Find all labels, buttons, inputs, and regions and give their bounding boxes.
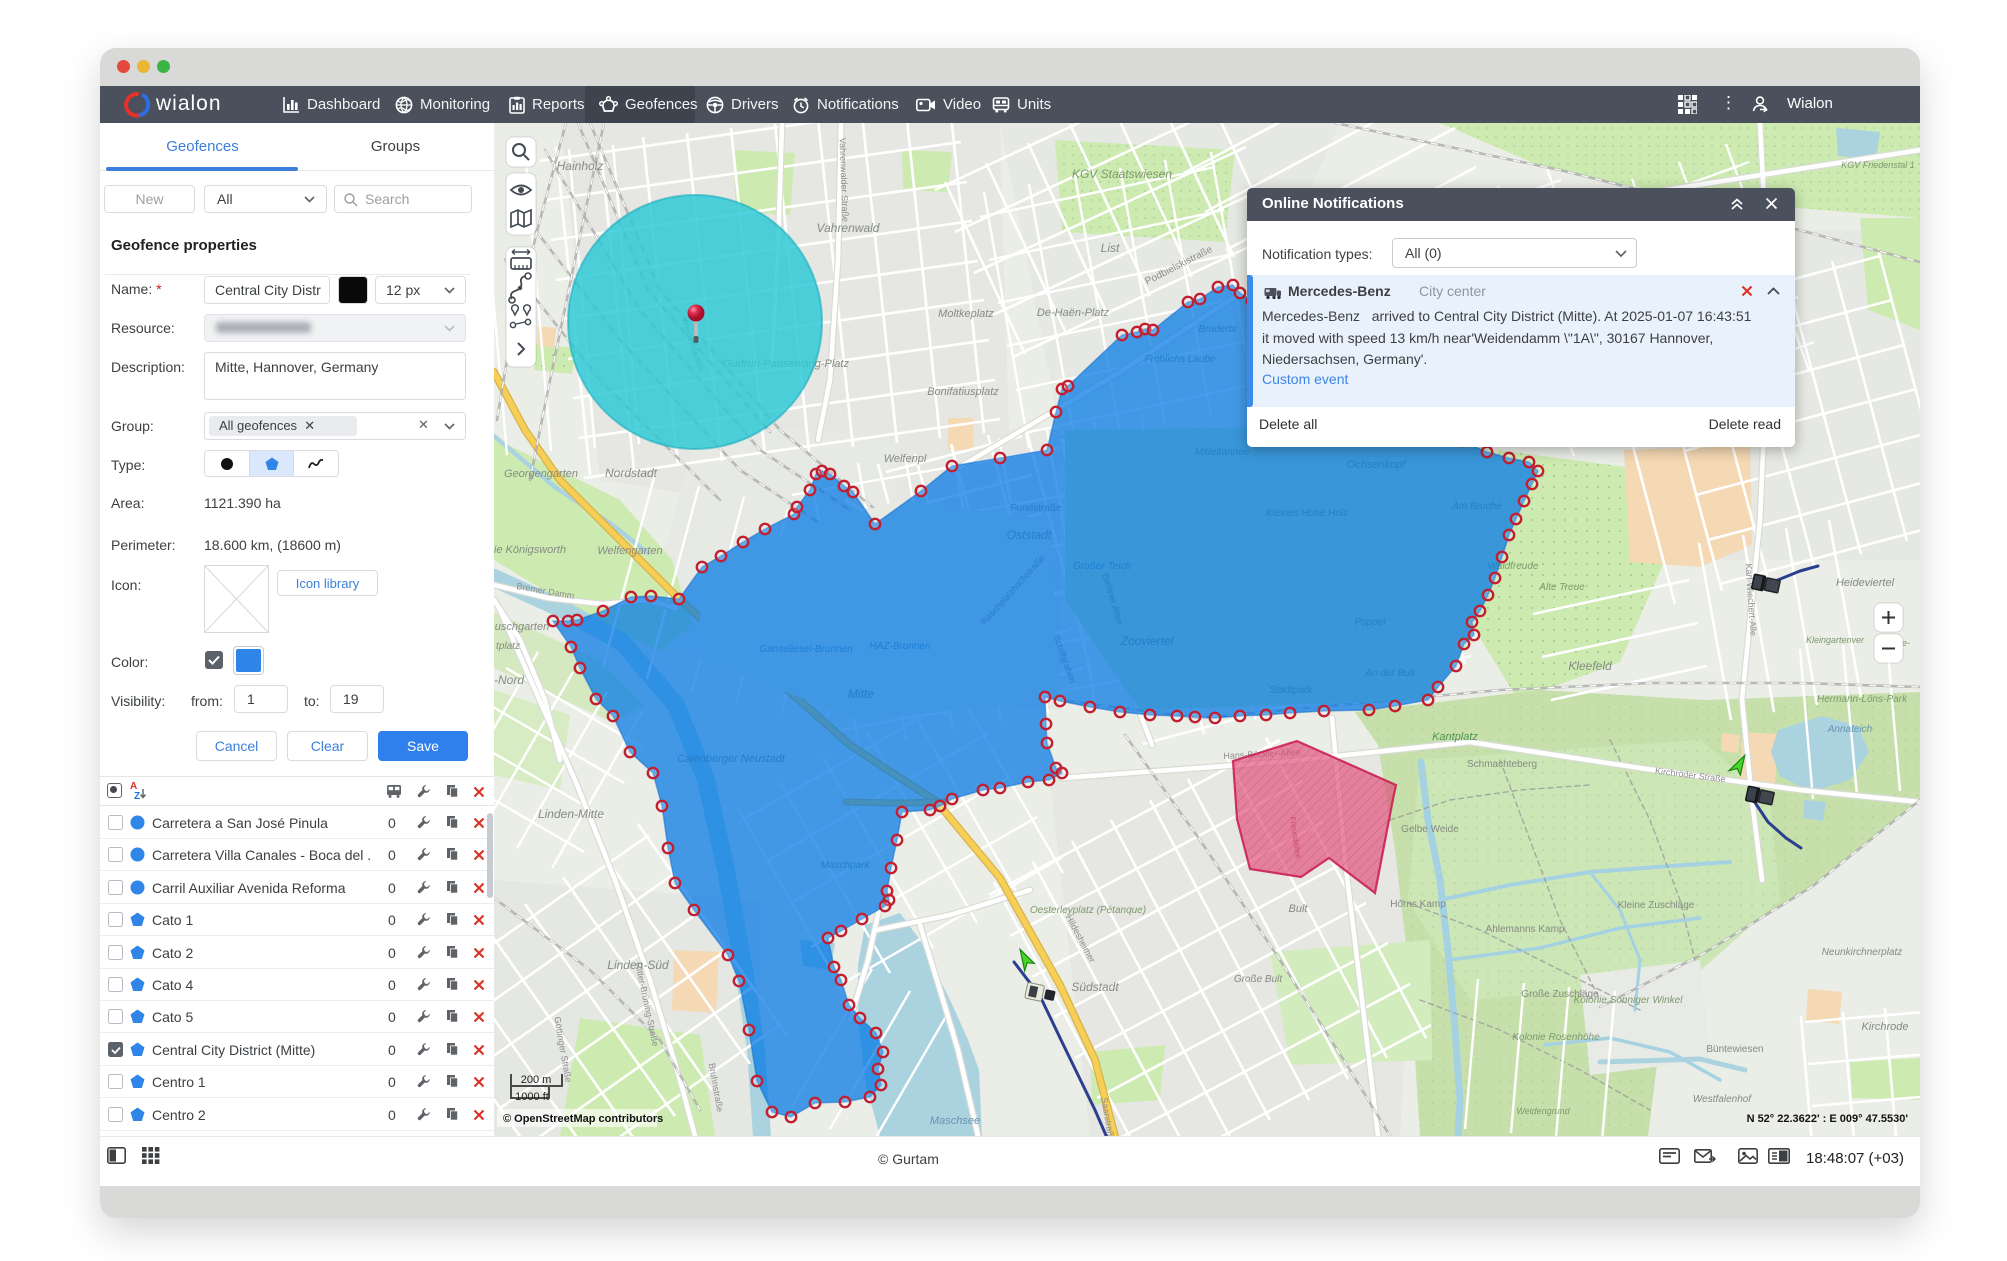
svg-text:Welfengarten: Welfengarten: [597, 545, 662, 557]
svg-text:tplatz: tplatz: [496, 641, 520, 652]
svg-text:KGV Friedenstal 1: KGV Friedenstal 1: [1841, 160, 1915, 170]
svg-text:De-Haën-Platz: De-Haën-Platz: [1037, 307, 1110, 319]
svg-text:Gelbe Weide: Gelbe Weide: [1401, 824, 1459, 835]
svg-text:Große Bult: Große Bult: [1234, 974, 1284, 985]
svg-text:Vahrenwald: Vahrenwald: [817, 221, 880, 235]
svg-text:Kleingartenver: Kleingartenver: [1806, 635, 1865, 645]
svg-text:Bonifatiusplatz: Bonifatiusplatz: [927, 386, 999, 398]
svg-text:Kirchrode: Kirchrode: [1861, 1021, 1908, 1033]
svg-text:Kantplatz: Kantplatz: [1432, 731, 1478, 743]
svg-text:Heideviertel: Heideviertel: [1836, 577, 1895, 589]
svg-text:Z: Z: [134, 791, 140, 801]
svg-text:Weidengrund: Weidengrund: [1516, 1106, 1570, 1116]
svg-text:© OpenStreetMap contributors: © OpenStreetMap contributors: [503, 1113, 663, 1125]
svg-text:Neunkirchnerplatz: Neunkirchnerplatz: [1822, 947, 1903, 958]
svg-text:Maschsee: Maschsee: [930, 1115, 980, 1127]
svg-text:Schmachteberg: Schmachteberg: [1467, 759, 1537, 770]
svg-text:Nordstadt: Nordstadt: [605, 466, 658, 480]
svg-text:Moltkeplatz: Moltkeplatz: [938, 308, 994, 320]
svg-text:Hermann-Löns-Park: Hermann-Löns-Park: [1817, 694, 1908, 705]
svg-text:1000 ft: 1000 ft: [515, 1091, 549, 1103]
svg-text:Kleefeld: Kleefeld: [1568, 659, 1612, 673]
svg-text:200 m: 200 m: [521, 1074, 552, 1086]
svg-text:-Nord: -Nord: [494, 673, 524, 687]
svg-text:Alte Treue: Alte Treue: [1538, 582, 1585, 593]
svg-text:Horns Kamp: Horns Kamp: [1390, 899, 1446, 910]
svg-text:Westfalenhof: Westfalenhof: [1693, 1094, 1752, 1105]
svg-text:Annateich: Annateich: [1827, 724, 1873, 735]
svg-text:List: List: [1101, 241, 1120, 255]
svg-text:ie Königsworth: ie Königsworth: [494, 544, 566, 556]
svg-text:Georgengarten: Georgengarten: [504, 468, 578, 480]
svg-text:Bult: Bult: [1289, 903, 1309, 915]
svg-text:Kolonie Sonniger Winkel: Kolonie Sonniger Winkel: [1574, 995, 1684, 1006]
svg-text:Kolonie Rosenhöhe: Kolonie Rosenhöhe: [1512, 1032, 1600, 1043]
svg-text:uschgarten: uschgarten: [495, 621, 549, 633]
svg-text:Büntewiesen: Büntewiesen: [1706, 1044, 1763, 1055]
svg-text:Hainholz: Hainholz: [557, 159, 604, 173]
svg-text:Südstadt: Südstadt: [1071, 980, 1119, 994]
svg-text:Kleine Zuschläge: Kleine Zuschläge: [1618, 900, 1695, 911]
svg-text:Linden-Mitte: Linden-Mitte: [538, 807, 604, 821]
svg-text:Welfenpl: Welfenpl: [884, 453, 927, 465]
svg-text:N 52° 22.3622' : E 009° 47.553: N 52° 22.3622' : E 009° 47.5530': [1747, 1113, 1909, 1125]
svg-text:KGV Staatswiesen: KGV Staatswiesen: [1072, 167, 1172, 181]
svg-text:Ahlemanns Kamp: Ahlemanns Kamp: [1486, 924, 1565, 935]
svg-text:Oesterleyplatz (Pétanque): Oesterleyplatz (Pétanque): [1030, 905, 1146, 916]
